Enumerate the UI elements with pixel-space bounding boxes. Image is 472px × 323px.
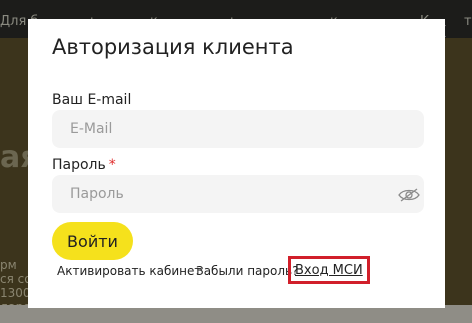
activate-cabinet-link[interactable]: Активировать кабинет bbox=[57, 264, 201, 278]
nav-item: т bbox=[464, 14, 472, 29]
eye-slash-icon[interactable] bbox=[398, 187, 420, 202]
login-button[interactable]: Войти bbox=[52, 222, 133, 260]
hero-text: 1300 bbox=[0, 286, 30, 300]
forgot-password-link[interactable]: Забыли пароль? bbox=[196, 264, 298, 278]
hero-text: ся со bbox=[0, 272, 30, 286]
password-label-text: Пароль bbox=[52, 157, 106, 173]
modal-title: Авторизация клиента bbox=[52, 35, 294, 59]
password-field[interactable] bbox=[52, 175, 424, 213]
password-label: Пароль * bbox=[52, 157, 116, 173]
required-mark: * bbox=[108, 157, 116, 173]
hero-text: рм bbox=[0, 258, 17, 272]
login-modal: Авторизация клиента Ваш E-mail Пароль* В… bbox=[28, 19, 445, 308]
email-field[interactable] bbox=[52, 110, 424, 148]
msi-login-link[interactable]: Вход МСИ bbox=[295, 263, 363, 278]
email-label: Ваш E-mail bbox=[52, 92, 132, 108]
